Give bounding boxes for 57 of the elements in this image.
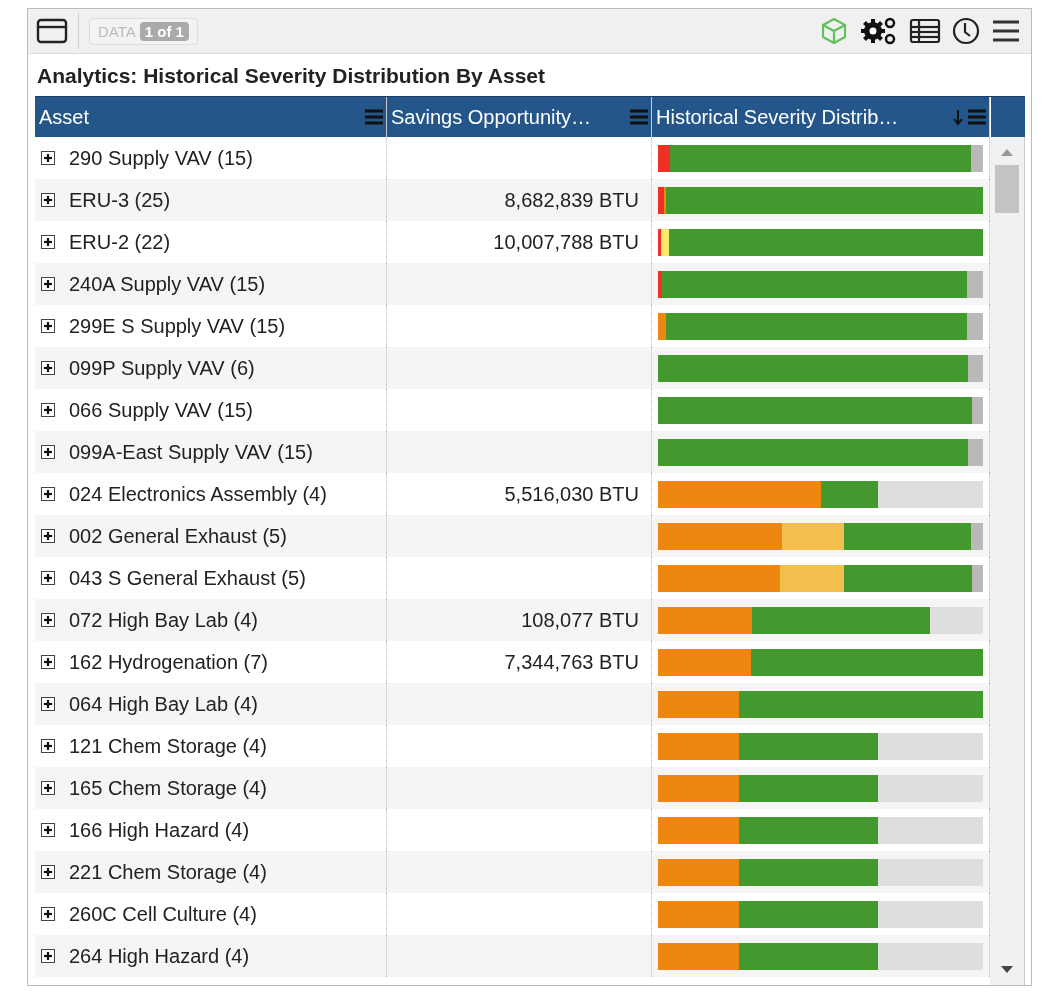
window-icon[interactable] bbox=[36, 17, 68, 45]
asset-name[interactable]: 166 High Hazard (4) bbox=[69, 818, 250, 842]
expand-icon[interactable] bbox=[41, 403, 55, 417]
table-cell: 8,682,839 BTU bbox=[504, 188, 639, 212]
expand-icon[interactable] bbox=[41, 319, 55, 333]
expand-icon[interactable] bbox=[41, 697, 55, 711]
expand-icon[interactable] bbox=[41, 445, 55, 459]
expand-icon[interactable] bbox=[41, 613, 55, 627]
asset-name[interactable]: ERU-2 (22) bbox=[69, 230, 171, 254]
asset-name[interactable]: 066 Supply VAV (15) bbox=[69, 398, 253, 422]
table-cell: 10,007,788 BTU bbox=[493, 230, 639, 254]
menu-icon[interactable] bbox=[991, 18, 1021, 44]
asset-name[interactable]: 024 Electronics Assembly (4) bbox=[69, 482, 327, 506]
table-cell: 5,516,030 BTU bbox=[504, 482, 639, 506]
expand-icon[interactable] bbox=[41, 529, 55, 543]
expand-icon[interactable] bbox=[41, 865, 55, 879]
scroll-down-icon[interactable] bbox=[1000, 965, 1014, 975]
asset-name[interactable]: 264 High Hazard (4) bbox=[69, 944, 250, 968]
asset-name[interactable]: 240A Supply VAV (15) bbox=[69, 272, 266, 296]
asset-name[interactable]: 121 Chem Storage (4) bbox=[69, 734, 267, 758]
table-cell: 7,344,763 BTU bbox=[504, 650, 639, 674]
scroll-thumb[interactable] bbox=[995, 165, 1019, 213]
asset-name[interactable]: 099P Supply VAV (6) bbox=[69, 356, 255, 380]
asset-name[interactable]: 221 Chem Storage (4) bbox=[69, 860, 267, 884]
asset-name[interactable]: 064 High Bay Lab (4) bbox=[69, 692, 258, 716]
expand-icon[interactable] bbox=[41, 571, 55, 585]
expand-icon[interactable] bbox=[41, 277, 55, 291]
expand-icon[interactable] bbox=[41, 907, 55, 921]
scrollbar[interactable] bbox=[990, 137, 1025, 985]
asset-name[interactable]: ERU-3 (25) bbox=[69, 188, 171, 212]
expand-icon[interactable] bbox=[41, 781, 55, 795]
column-menu-icon[interactable] bbox=[364, 108, 384, 126]
expand-icon[interactable] bbox=[41, 949, 55, 963]
asset-name[interactable]: 299E S Supply VAV (15) bbox=[69, 314, 286, 338]
asset-name[interactable]: 260C Cell Culture (4) bbox=[69, 902, 257, 926]
expand-icon[interactable] bbox=[41, 823, 55, 837]
asset-name[interactable]: 072 High Bay Lab (4) bbox=[69, 608, 258, 632]
expand-icon[interactable] bbox=[41, 655, 55, 669]
asset-name[interactable]: 002 General Exhaust (5) bbox=[69, 524, 287, 548]
expand-icon[interactable] bbox=[41, 151, 55, 165]
widget-title: Analytics: Historical Severity Distribution By Asset bbox=[36, 63, 547, 89]
expand-icon[interactable] bbox=[41, 193, 55, 207]
asset-name[interactable]: 043 S General Exhaust (5) bbox=[69, 566, 306, 590]
sort-descending-icon[interactable] bbox=[952, 108, 964, 126]
asset-name[interactable]: 162 Hydrogenation (7) bbox=[69, 650, 268, 674]
expand-icon[interactable] bbox=[41, 487, 55, 501]
expand-icon[interactable] bbox=[41, 361, 55, 375]
column-menu-icon[interactable] bbox=[967, 108, 987, 126]
expand-icon[interactable] bbox=[41, 739, 55, 753]
column-menu-icon[interactable] bbox=[629, 108, 649, 126]
asset-name[interactable]: 165 Chem Storage (4) bbox=[69, 776, 267, 800]
clock-icon[interactable] bbox=[951, 16, 981, 46]
asset-name[interactable]: 099A-East Supply VAV (15) bbox=[69, 440, 313, 464]
table-cell: 108,077 BTU bbox=[521, 608, 639, 632]
expand-icon[interactable] bbox=[41, 235, 55, 249]
table-icon[interactable] bbox=[909, 17, 941, 45]
asset-name[interactable]: 290 Supply VAV (15) bbox=[69, 146, 253, 170]
